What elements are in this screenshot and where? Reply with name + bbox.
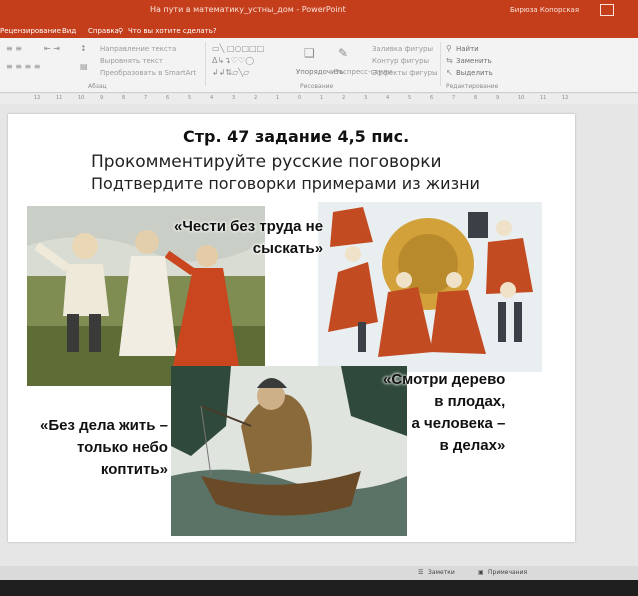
find-button[interactable]: Найти xyxy=(456,45,479,53)
fisherman-image[interactable] xyxy=(171,366,407,536)
ruler-tick: 3 xyxy=(232,95,236,101)
bullets-icon[interactable]: ≡ ≡ xyxy=(6,44,22,53)
lightbulb-icon: ⚲ xyxy=(118,27,124,35)
tab-help[interactable]: Справка xyxy=(88,27,119,35)
arrange-icon[interactable]: ❏ xyxy=(304,46,315,60)
align-text-button[interactable]: Выровнять текст xyxy=(100,57,163,65)
comments-icon: ▣ xyxy=(478,569,484,576)
status-bar: ☰ Заметки ▣ Примечания xyxy=(0,566,638,580)
smartart-button[interactable]: Преобразовать в SmartArt xyxy=(100,69,196,77)
divider xyxy=(205,42,206,86)
slide-canvas[interactable]: Стр. 47 задание 4,5 пис. Прокомментируйт… xyxy=(8,114,575,542)
ruler-tick: 4 xyxy=(386,95,390,101)
proverb-idleness-line-2: только небо xyxy=(76,439,168,456)
select-icon[interactable]: ↖ xyxy=(446,68,453,77)
ribbon-tabs: Рецензирование Вид Справка ⚲ Что вы хоти… xyxy=(0,24,638,38)
slide-instruction-1[interactable]: Прокомментируйте русские поговорки xyxy=(91,152,442,172)
powerpoint-window: На пути в математику_устны_дом - PowerPo… xyxy=(0,0,638,596)
ruler-tick: 10 xyxy=(78,95,85,101)
columns-icon[interactable]: ▤ xyxy=(80,62,88,71)
align-left-icon[interactable]: ≡ ≡ ≡ ≡ xyxy=(6,62,40,71)
ruler-tick: 5 xyxy=(408,95,412,101)
ruler-tick: 10 xyxy=(518,95,525,101)
proverb-honor-line-1: «Чести без труда не xyxy=(174,218,324,235)
window-title: На пути в математику_устны_дом - PowerPo… xyxy=(150,5,346,14)
proverb-tree-line-4: в делах» xyxy=(439,437,506,454)
ruler-tick: 9 xyxy=(100,95,104,101)
proverb-idleness-line-3: коптить» xyxy=(100,461,168,478)
ruler-tick: 6 xyxy=(166,95,170,101)
ruler-tick: 1 xyxy=(276,95,280,101)
indent-icon[interactable]: ⇤ ⇥ xyxy=(44,44,60,53)
proverb-tree-line-2: в плодах, xyxy=(434,393,506,410)
ruler-tick: 0 xyxy=(298,95,302,101)
ruler-tick: 5 xyxy=(188,95,192,101)
horizontal-ruler[interactable]: 12 11 10 9 8 7 6 5 4 3 2 1 0 1 2 3 4 5 6… xyxy=(0,94,638,104)
tab-review[interactable]: Рецензирование xyxy=(0,27,61,35)
ruler-tick: 11 xyxy=(540,95,547,101)
ruler-tick: 7 xyxy=(144,95,148,101)
notes-icon: ☰ xyxy=(418,569,424,576)
slide-heading[interactable]: Стр. 47 задание 4,5 пис. xyxy=(183,127,409,146)
replace-button[interactable]: Заменить xyxy=(456,57,492,65)
shape-outline-button[interactable]: Контур фигуры xyxy=(372,57,429,65)
ruler-tick: 7 xyxy=(452,95,456,101)
shapes-gallery-row2-icon[interactable]: Δ↳↴♡♡◯ xyxy=(212,56,254,65)
select-button[interactable]: Выделить xyxy=(456,69,493,77)
ruler-tick: 6 xyxy=(430,95,434,101)
ruler-tick: 12 xyxy=(34,95,41,101)
ruler-tick: 12 xyxy=(562,95,569,101)
ruler-tick: 2 xyxy=(254,95,258,101)
line-spacing-icon[interactable]: ↕ xyxy=(80,44,87,53)
proverb-tree[interactable]: «Смотри дерево в плодах, а человека – в … xyxy=(383,369,505,457)
paragraph-group-label: Абзац xyxy=(88,83,107,90)
round-dance-image[interactable] xyxy=(318,202,542,372)
proverb-tree-line-1: «Смотри дерево xyxy=(383,371,506,388)
notes-button[interactable]: Заметки xyxy=(428,569,455,576)
ribbon: ≡ ≡ ⇤ ⇥ ↕ ≡ ≡ ≡ ≡ ▤ Направление текста В… xyxy=(0,38,638,93)
ruler-tick: 1 xyxy=(320,95,324,101)
ruler-tick: 8 xyxy=(122,95,126,101)
proverb-honor[interactable]: «Чести без труда не сыскать» xyxy=(174,216,323,260)
quick-styles-icon[interactable]: ✎ xyxy=(338,46,348,60)
user-name[interactable]: Бирюза Копорская xyxy=(510,6,579,14)
ruler-tick: 2 xyxy=(342,95,346,101)
proverb-tree-line-3: а человека – xyxy=(411,415,506,432)
tab-view[interactable]: Вид xyxy=(62,27,76,35)
monitor-bezel xyxy=(0,580,638,596)
ruler-tick: 11 xyxy=(56,95,63,101)
shape-fill-button[interactable]: Заливка фигуры xyxy=(372,45,433,53)
drawing-group-label: Рисование xyxy=(300,83,334,90)
proverb-idleness-line-1: «Без дела жить – xyxy=(40,417,168,434)
shape-effects-button[interactable]: Эффекты фигуры xyxy=(372,69,438,77)
proverb-honor-line-2: сыскать» xyxy=(252,240,324,257)
ribbon-display-icon[interactable] xyxy=(600,4,614,16)
ruler-tick: 9 xyxy=(496,95,500,101)
divider xyxy=(440,42,441,86)
text-direction-button[interactable]: Направление текста xyxy=(100,45,176,53)
editing-group-label: Редактирование xyxy=(446,83,499,90)
title-bar: На пути в математику_устны_дом - PowerPo… xyxy=(0,0,638,24)
find-icon[interactable]: ⚲ xyxy=(446,44,452,53)
shapes-gallery-row3-icon[interactable]: ↲↲⇅▱╲▱ xyxy=(212,68,249,77)
ruler-tick: 4 xyxy=(210,95,214,101)
comments-button[interactable]: Примечания xyxy=(488,569,527,576)
tell-me-search[interactable]: Что вы хотите сделать? xyxy=(128,27,217,35)
ruler-tick: 3 xyxy=(364,95,368,101)
shapes-gallery-icon[interactable]: ▭╲ □○□□□ xyxy=(212,44,264,53)
slide-instruction-2[interactable]: Подтвердите поговорки примерами из жизни xyxy=(91,174,480,193)
proverb-idleness[interactable]: «Без дела жить – только небо коптить» xyxy=(40,415,168,481)
ruler-tick: 8 xyxy=(474,95,478,101)
replace-icon[interactable]: ⇆ xyxy=(446,56,453,65)
